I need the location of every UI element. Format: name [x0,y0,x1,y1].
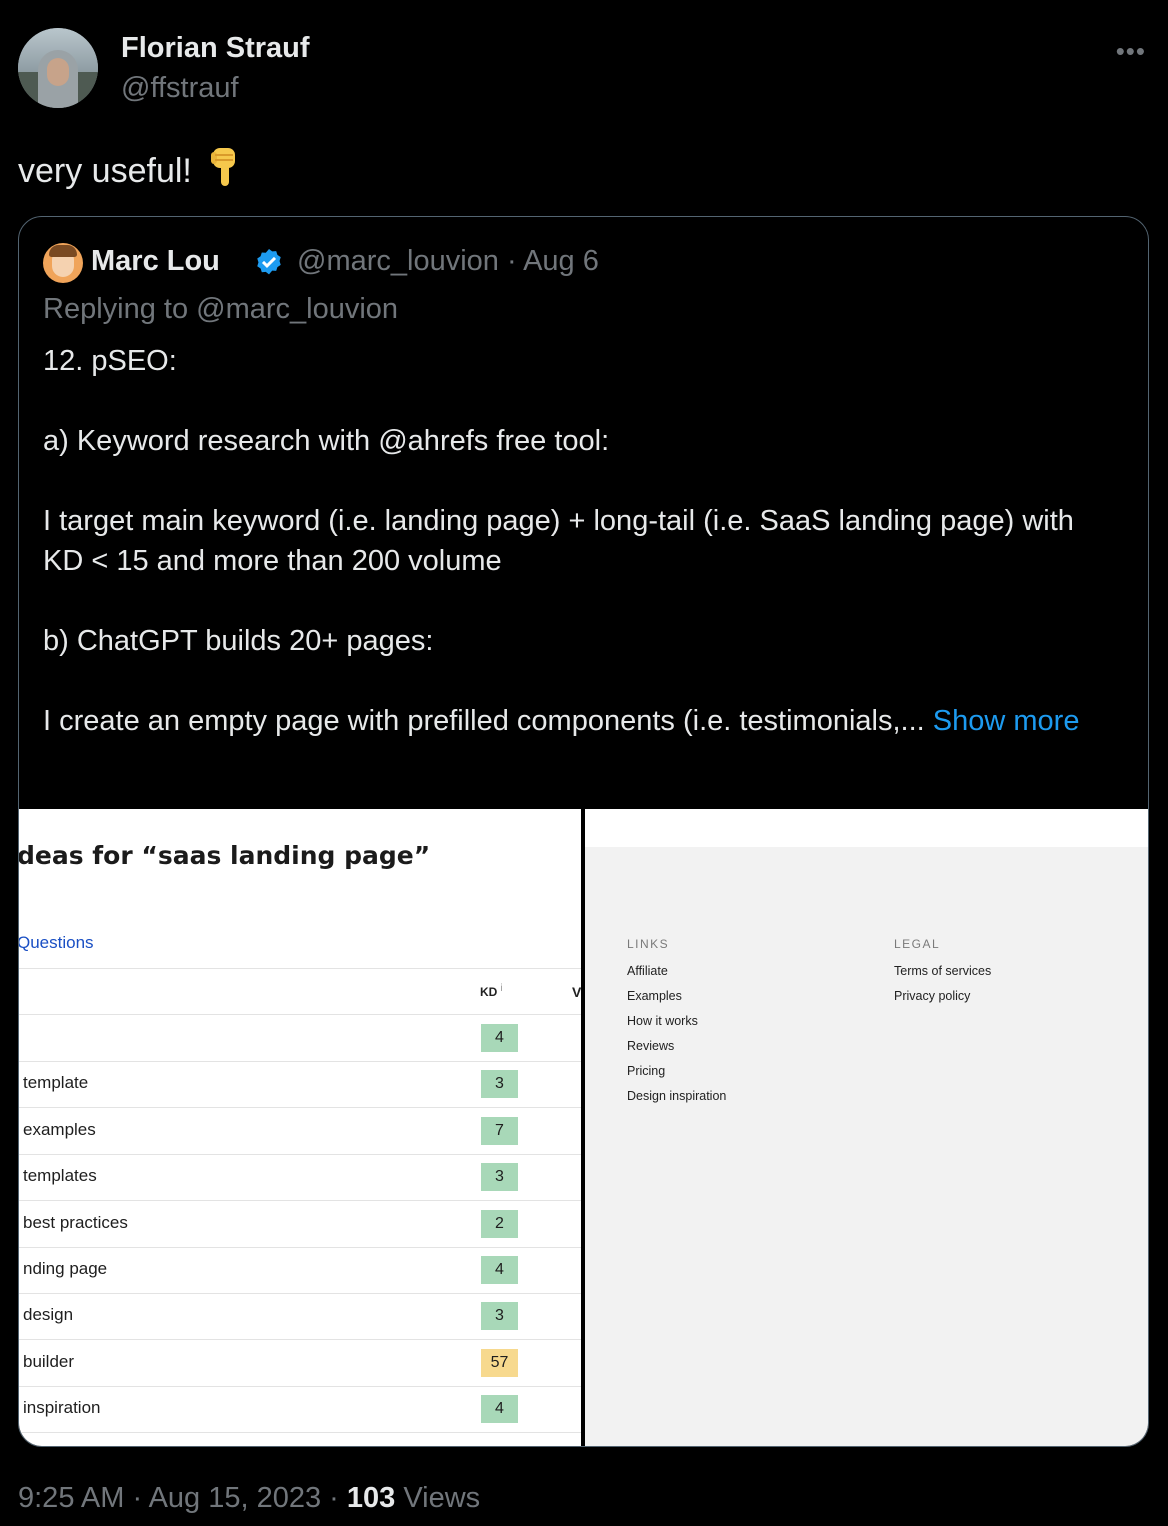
body-last-line: I create an empty page with prefilled co… [43,701,1103,741]
keyword-label: best practices [23,1212,128,1232]
legal-link: Privacy policy [894,989,971,1003]
keyword-label: template [23,1073,89,1093]
row-divider [19,1432,581,1434]
keyword-label: examples [23,1119,96,1139]
kd-badge: 4 [481,1024,518,1052]
quoted-tweet-body: 12. pSEO: a) Keyword research with @ahre… [43,341,1103,741]
tweet-text-content: very useful! [18,152,192,190]
keyword-label: inspiration [23,1398,101,1418]
quoted-author-name: Marc Lou [91,245,220,277]
legal-title: LEGAL [894,937,941,951]
views-count: 103 [346,1482,396,1514]
footer-link: Pricing [627,1064,666,1078]
row-divider [19,1200,581,1202]
row-divider [19,1246,581,1248]
tweet-text: very useful! [18,146,241,197]
verified-badge-icon [257,249,281,275]
footer-link: Design inspiration [627,1089,727,1103]
body-line: a) Keyword research with @ahrefs free to… [43,425,610,457]
kd-badge: 3 [481,1302,518,1331]
divider [19,968,581,969]
legal-link: Terms of services [894,964,992,978]
author-name[interactable]: Florian Strauf [121,32,310,65]
kd-column-header: KD i [480,983,503,999]
more-horizontal-icon[interactable]: ••• [1116,36,1146,67]
body-line [43,661,1103,701]
row-divider [19,1153,581,1155]
show-more-link[interactable]: Show more [933,705,1080,737]
row-divider [19,1107,581,1109]
author-handle[interactable]: @ffstrauf [121,72,239,105]
keyword-label: builder [23,1351,75,1371]
tweet-timestamp: 9:25 AM · Aug 15, 2023 · 103 Views [18,1482,480,1515]
keyword-label: nding page [23,1259,108,1278]
volume-column-header: V [572,984,581,1000]
quoted-handle-date: @marc_louvion · Aug 6 [297,245,599,277]
body-line [43,381,1103,421]
keyword-label: templates [23,1166,97,1186]
footer-link: Examples [627,989,682,1003]
footer-topbar [585,809,1148,847]
pointing-down-emoji-icon [207,146,241,197]
row-divider [19,1061,581,1062]
divider [19,1014,581,1015]
links-title: LINKS [627,937,670,951]
footer-link: Reviews [627,1039,675,1053]
media-image-keywords[interactable]: deas for “saas landing page” Questions K… [19,809,581,1446]
timestamp-text: 9:25 AM · Aug 15, 2023 · [18,1482,339,1514]
row-divider [19,1293,581,1294]
replying-to: Replying to @marc_louvion [43,293,399,325]
body-line [43,581,1103,621]
questions-tab: Questions [19,933,94,952]
keyword-label: design [23,1305,74,1325]
media-image-footer[interactable]: LINKS LEGAL Affiliate Examples How it work… [585,809,1148,1446]
keywords-title: deas for “saas landing page” [19,841,431,870]
views-label: Views [403,1482,481,1514]
kd-badge: 57 [481,1348,518,1377]
kd-badge: 7 [481,1116,518,1145]
body-truncated-text: I create an empty page with prefilled co… [43,705,925,737]
body-line [43,461,1103,501]
quoted-author-avatar [43,243,83,283]
footer-link: Affiliate [627,964,668,978]
body-line: I target main keyword (i.e. landing page… [43,505,1074,577]
media-grid: deas for “saas landing page” Questions K… [19,809,1148,1446]
row-divider [19,1385,581,1387]
author-avatar[interactable] [18,28,98,108]
kd-badge: 3 [481,1163,518,1192]
kd-badge: 3 [481,1070,518,1099]
footer-link: How it works [627,1014,698,1028]
body-line: 12. pSEO: [43,345,177,377]
kd-badge: 4 [481,1395,518,1424]
kd-badge: 4 [481,1256,518,1284]
row-divider [19,1339,581,1341]
kd-badge: 2 [481,1209,518,1238]
tweet-header: Florian Strauf @ffstrauf ••• [18,28,1150,108]
body-line: b) ChatGPT builds 20+ pages: [43,625,434,657]
quoted-tweet-card[interactable]: Marc Lou @marc_louvion · Aug 6 Replying … [18,216,1149,1447]
